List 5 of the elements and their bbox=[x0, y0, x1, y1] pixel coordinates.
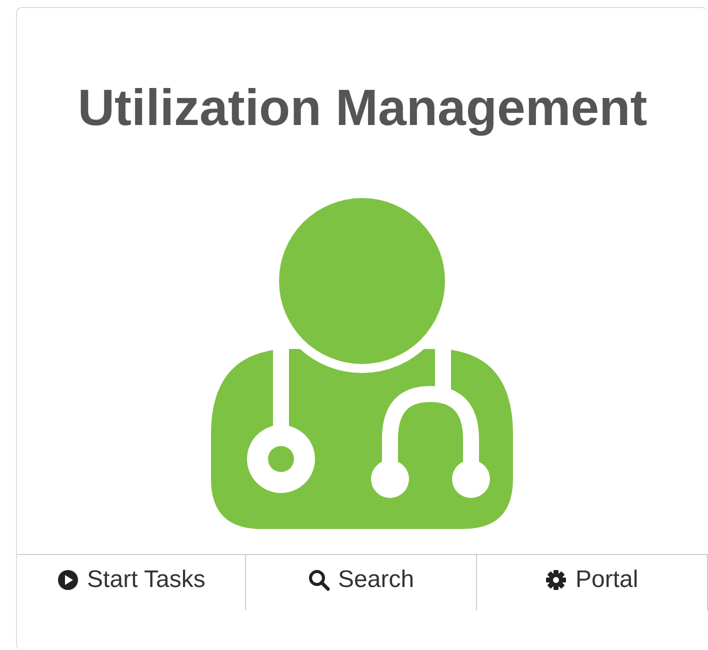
doctor-icon bbox=[210, 198, 512, 529]
settings-icon bbox=[545, 568, 568, 590]
play-icon bbox=[57, 568, 80, 590]
card-title: Utilization Management bbox=[76, 80, 648, 136]
search-icon bbox=[308, 568, 330, 590]
